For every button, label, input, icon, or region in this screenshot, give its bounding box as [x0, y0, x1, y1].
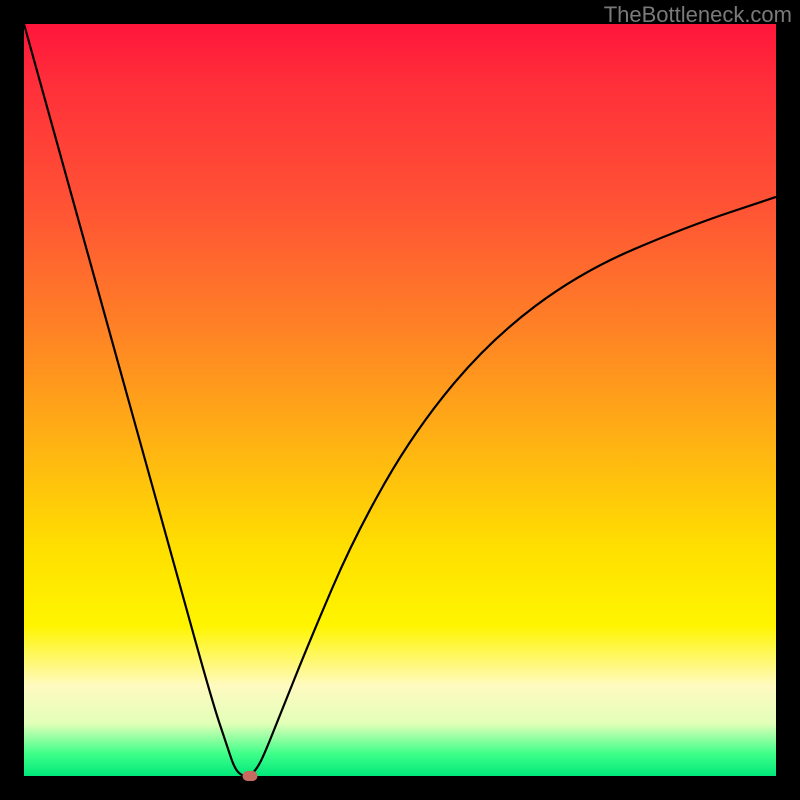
watermark-text: TheBottleneck.com	[604, 2, 792, 28]
plot-area	[24, 24, 776, 776]
bottleneck-curve	[24, 24, 776, 776]
minimum-marker	[242, 771, 257, 781]
chart-frame: TheBottleneck.com	[0, 0, 800, 800]
